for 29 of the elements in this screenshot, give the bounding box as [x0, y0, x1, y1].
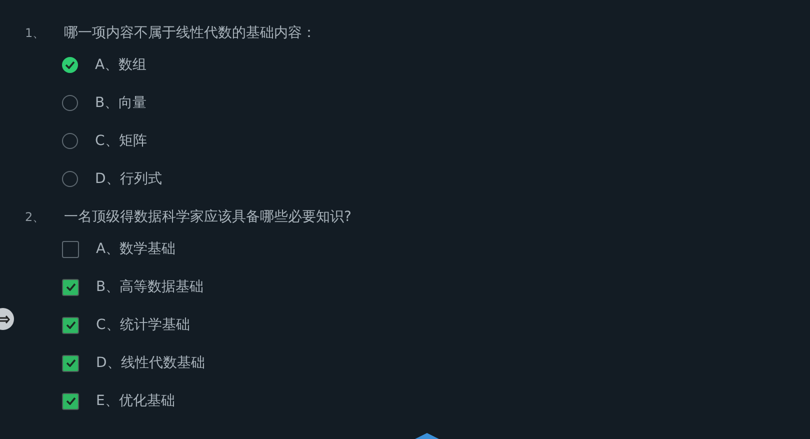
check-icon [66, 321, 76, 329]
checkbox[interactable] [62, 354, 79, 372]
option-label: C、统计学基础 [96, 316, 190, 334]
arrow-right-icon [0, 314, 11, 324]
option-label: B、高等数据基础 [96, 278, 204, 296]
question-text: 哪一项内容不属于线性代数的基础内容： [64, 24, 316, 42]
option-label: C、矩阵 [95, 132, 147, 150]
check-icon [65, 61, 75, 69]
radio-button[interactable] [62, 133, 78, 149]
option-label: D、行列式 [95, 170, 162, 188]
check-icon [66, 283, 76, 291]
radio-button[interactable] [62, 171, 78, 187]
question-number: 1、 [25, 24, 46, 42]
option-label: D、线性代数基础 [96, 354, 205, 372]
radio-button[interactable] [62, 95, 78, 111]
checkbox[interactable] [62, 278, 79, 296]
checkbox[interactable] [62, 392, 79, 410]
option-label: A、数组 [95, 56, 147, 74]
option-label: E、优化基础 [96, 392, 175, 410]
chevron-up-icon[interactable] [415, 433, 439, 439]
checkbox[interactable] [62, 316, 79, 334]
option-label: A、数学基础 [96, 240, 176, 258]
radio-button[interactable] [62, 57, 78, 73]
check-icon [66, 359, 76, 367]
question-number: 2、 [25, 208, 46, 226]
check-icon [66, 397, 76, 405]
checkbox[interactable] [62, 240, 79, 258]
option-label: B、向量 [95, 94, 147, 112]
question-text: 一名顶级得数据科学家应该具备哪些必要知识? [64, 208, 352, 226]
